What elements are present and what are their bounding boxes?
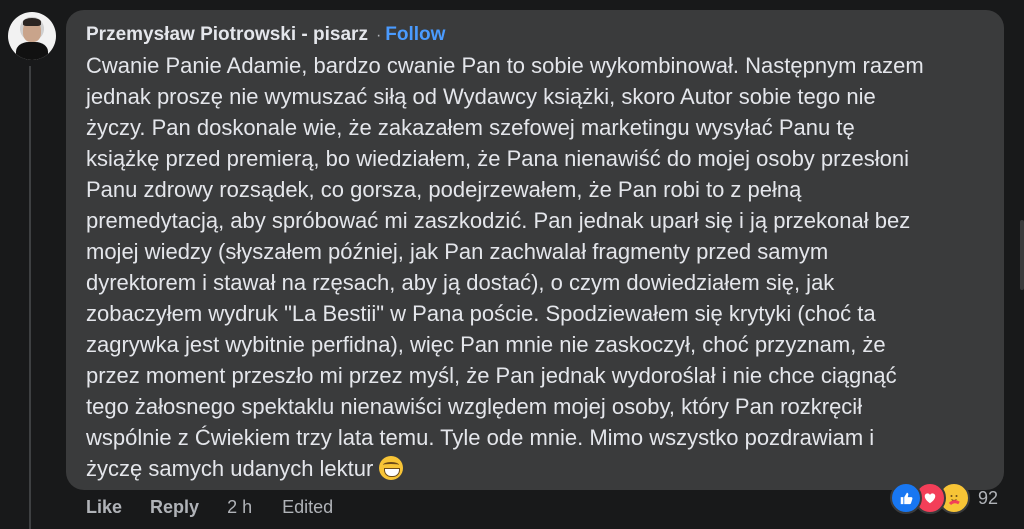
follow-button[interactable]: Follow [385, 24, 445, 45]
reply-button[interactable]: Reply [150, 497, 199, 518]
author-name[interactable]: Przemysław Piotrowski - pisarz [86, 24, 368, 45]
scrollbar[interactable] [1020, 220, 1024, 290]
avatar-hair [23, 18, 41, 26]
comment-line: zobaczyłem wydruk "La Bestii" w Pana poś… [86, 301, 876, 326]
comment-line: przez moment przeszło mi przez myśl, że … [86, 363, 897, 388]
like-button[interactable]: Like [86, 497, 122, 518]
grin-emoji-icon [379, 456, 404, 480]
comment-line: mojej wiedzy (słyszałem później, jak Pan… [86, 239, 829, 264]
separator-dot: · [375, 27, 382, 44]
comment-line-last: życzę samych udanych lektur [86, 453, 991, 484]
comment-actions: Like Reply 2 h Edited [86, 497, 333, 518]
comment-line: jednak proszę nie wymuszać siłą od Wydaw… [86, 84, 876, 109]
comment-text: Cwanie Panie Adamie, bardzo cwanie Pan t… [86, 50, 991, 484]
comment-line: książkę przed premierą, bo wiedziałem, ż… [86, 146, 909, 171]
comment-line: życzy. Pan doskonale wie, że zakazałem s… [86, 115, 855, 140]
comment-line: wspólnie z Ćwiekiem trzy lata temu. Tyle… [86, 425, 875, 450]
comment-header: Przemysław Piotrowski - pisarz · Follow [86, 24, 445, 46]
comment-line: Panu zdrowy rozsądek, co gorsza, podejrz… [86, 177, 802, 202]
comment-line: premedytacją, aby spróbować mi zaszkodzi… [86, 208, 911, 233]
reaction-count[interactable]: 92 [978, 488, 998, 509]
avatar[interactable] [8, 12, 56, 60]
comment-line: dyrektorem i stawał na rzęsach, aby ją d… [86, 270, 835, 295]
avatar-body [16, 42, 48, 60]
reactions-summary[interactable]: 92 [889, 482, 998, 514]
comment-line: Cwanie Panie Adamie, bardzo cwanie Pan t… [86, 53, 924, 78]
edited-label: Edited [282, 497, 334, 517]
like-reaction-icon [889, 482, 922, 514]
timestamp[interactable]: 2 h [227, 497, 252, 518]
comment-line-text: życzę samych udanych lektur [86, 456, 374, 481]
comment-line: tego żałosnego spektaklu nienawiści wzgl… [86, 394, 863, 419]
comment-line: zagrywka jest wybitnie perfidna), więc P… [86, 332, 886, 357]
thread-line [29, 66, 31, 529]
